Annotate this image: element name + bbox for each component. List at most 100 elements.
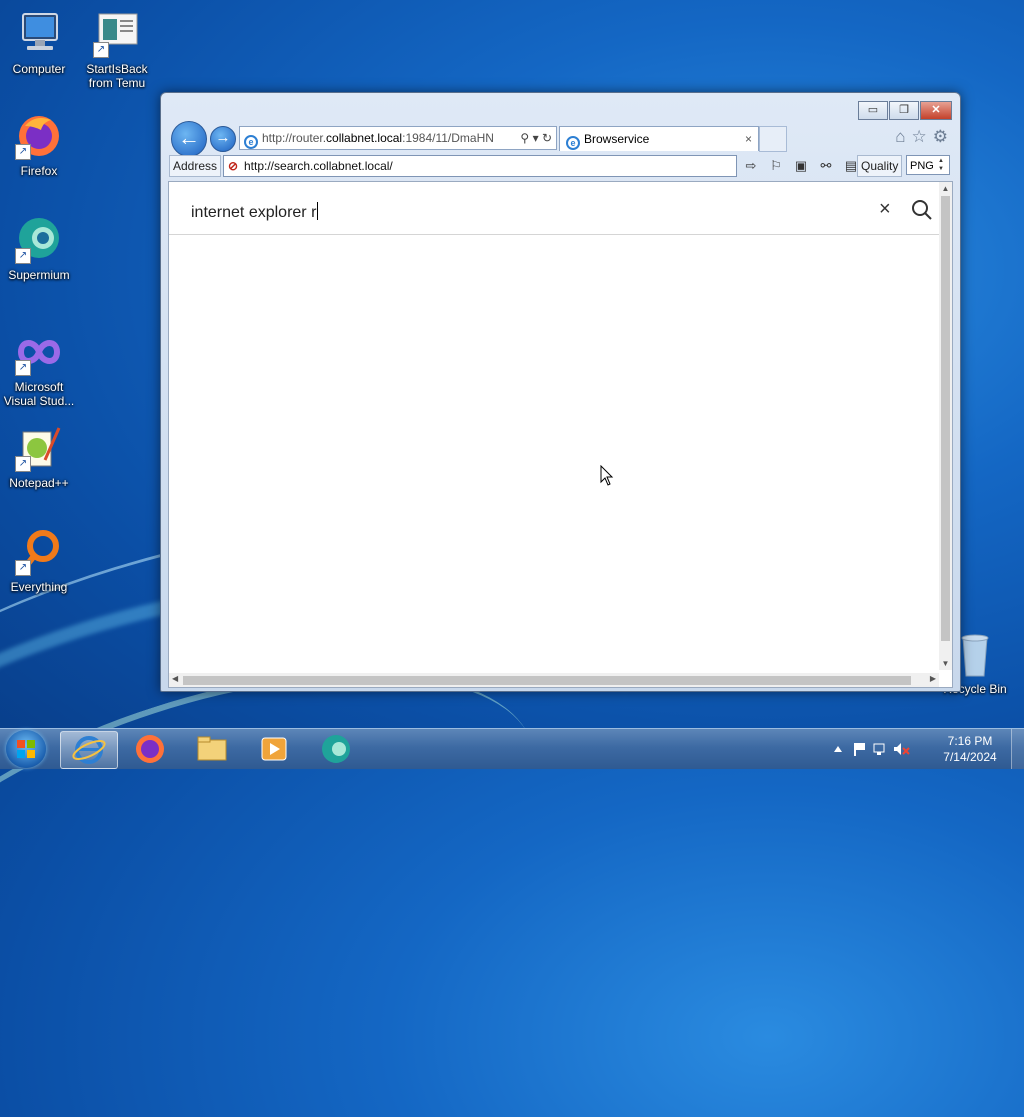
taskbar-item-firefox[interactable] <box>122 731 178 767</box>
desktop-icon-label: Computer <box>12 62 66 76</box>
search-icon[interactable]: ⚲ <box>520 131 529 145</box>
desktop-icon-notepadpp[interactable]: ↗ Notepad++ <box>1 424 77 490</box>
url-bar[interactable]: e http://router.collabnet.local:1984/11/D… <box>239 126 557 150</box>
everything-icon: ↗ <box>15 528 63 576</box>
scroll-down-icon[interactable]: ▼ <box>939 659 952 668</box>
computer-icon <box>15 10 63 58</box>
url-suffix: :1984/11/DmaHN <box>402 131 494 145</box>
clock[interactable]: 7:16 PM 7/14/2024 <box>940 733 1000 765</box>
taskbar-item-media-player[interactable] <box>246 731 302 767</box>
show-desktop-button[interactable] <box>1011 729 1024 769</box>
forward-button[interactable]: → <box>210 126 236 152</box>
vertical-scrollbar[interactable]: ▲ ▼ <box>939 182 952 670</box>
firefox-icon <box>136 735 164 763</box>
firefox-icon: ↗ <box>15 112 63 160</box>
scroll-right-icon[interactable]: ▶ <box>930 674 936 683</box>
gear-icon[interactable]: ⚙ <box>933 127 948 147</box>
search-input[interactable]: internet explorer r <box>191 202 319 222</box>
show-hidden-icons-icon[interactable] <box>834 746 842 752</box>
search-row: internet explorer r × <box>169 182 939 235</box>
new-tab-button[interactable] <box>759 126 787 152</box>
horizontal-scroll-thumb[interactable] <box>183 676 911 685</box>
desktop-icon-label: Supermium <box>8 268 70 282</box>
search-icon[interactable] <box>911 199 933 221</box>
shortcut-arrow-icon: ↗ <box>93 42 109 58</box>
spinner-arrows-icon[interactable]: ▲ ▼ <box>938 157 948 173</box>
shortcut-arrow-icon: ↗ <box>15 456 31 472</box>
supermium-icon <box>322 735 350 763</box>
find-binoculars-icon[interactable]: ⚯ <box>816 155 836 177</box>
desktop-icon-startisback[interactable]: ↗ StartIsBack from Temu <box>79 10 155 90</box>
visual-studio-icon: ↗ <box>15 328 63 376</box>
save-page-icon[interactable]: ▣ <box>791 155 811 177</box>
address-tools: ⇨ ⚐ ▣ ⚯ ▤ <box>741 155 861 177</box>
close-button[interactable]: ✕ <box>920 101 952 120</box>
scroll-left-icon[interactable]: ◀ <box>172 674 178 683</box>
taskbar-item-supermium[interactable] <box>308 731 364 767</box>
desktop-icon-label: Notepad++ <box>9 476 69 490</box>
desktop-icon-everything[interactable]: ↗ Everything <box>1 528 77 594</box>
notepadpp-icon: ↗ <box>15 424 63 472</box>
desktop-icon-label: Everything <box>10 580 68 594</box>
desktop-icon-computer[interactable]: Computer <box>1 10 77 76</box>
tray-icons <box>834 743 910 756</box>
startisback-icon: ↗ <box>93 10 141 58</box>
vertical-scroll-thumb[interactable] <box>941 196 950 641</box>
taskbar: 7:16 PM 7/14/2024 <box>0 728 1024 769</box>
url-tools: ⚲ ▾ ↻ <box>516 127 552 149</box>
arrow-right-icon: → <box>215 129 231 146</box>
taskbar-item-explorer[interactable] <box>184 731 240 767</box>
ie-tab-icon: e <box>566 136 580 150</box>
desktop-icon-label: Microsoft Visual Stud... <box>3 380 75 408</box>
quality-select[interactable]: PNG ▲ ▼ <box>906 155 950 175</box>
action-center-flag-icon[interactable] <box>854 743 865 756</box>
restore-button[interactable]: ❐ <box>889 101 919 120</box>
windows-logo-icon <box>17 740 35 758</box>
supermium-icon: ↗ <box>15 216 63 264</box>
desktop-icon-supermium[interactable]: ↗ Supermium <box>1 216 77 282</box>
address-bar: Address ⊘ http://search.collabnet.local/ … <box>169 155 952 177</box>
arrow-left-icon: ← <box>178 125 200 150</box>
ie-page-icon: e <box>244 135 258 149</box>
desktop-icon-firefox[interactable]: ↗ Firefox <box>1 112 77 178</box>
address-value: http://search.collabnet.local/ <box>244 159 393 173</box>
favorites-star-icon[interactable]: ☆ <box>912 127 927 147</box>
tab-close-icon[interactable]: × <box>745 127 752 151</box>
scroll-up-icon[interactable]: ▲ <box>939 184 952 193</box>
page-content: internet explorer r × ▲ ▼ ◀ ▶ <box>168 181 953 688</box>
no-security-icon: ⊘ <box>228 159 239 173</box>
start-button[interactable] <box>6 730 46 768</box>
shortcut-arrow-icon: ↗ <box>15 248 31 264</box>
search-query: internet explorer r <box>191 204 317 221</box>
home-icon[interactable]: ⌂ <box>895 127 905 147</box>
url-host: collabnet.local <box>326 131 403 145</box>
tab-browservice[interactable]: e Browservice × <box>559 126 759 151</box>
browser-window: ▭ ❐ ✕ ← → e http://router.collabnet.local… <box>160 92 961 692</box>
desktop-icon-label: StartIsBack from Temu <box>86 62 148 90</box>
taskbar-item-internet-explorer[interactable] <box>60 731 118 769</box>
internet-explorer-icon <box>72 736 106 764</box>
horizontal-scrollbar[interactable]: ◀ ▶ <box>169 673 939 687</box>
dropdown-arrow-icon[interactable]: ▾ <box>533 131 539 145</box>
address-input[interactable]: ⊘ http://search.collabnet.local/ <box>223 155 737 177</box>
desktop-icon-visual-studio[interactable]: ↗ Microsoft Visual Stud... <box>1 328 77 408</box>
clock-date: 7/14/2024 <box>943 750 997 764</box>
window-controls: ▭ ❐ ✕ <box>857 101 952 120</box>
shortcut-arrow-icon: ↗ <box>15 360 31 376</box>
back-button[interactable]: ← <box>171 121 207 157</box>
clear-search-icon[interactable]: × <box>879 198 891 221</box>
volume-muted-icon[interactable] <box>894 743 910 755</box>
shortcut-arrow-icon: ↗ <box>15 560 31 576</box>
system-tray: 7:16 PM 7/14/2024 <box>824 729 1024 769</box>
minimize-button[interactable]: ▭ <box>858 101 888 120</box>
go-arrow-icon[interactable]: ⇨ <box>741 155 761 177</box>
url-prefix: http://router. <box>262 131 327 145</box>
network-icon[interactable] <box>873 743 885 755</box>
bookmark-icon[interactable]: ⚐ <box>766 155 786 177</box>
desktop-icon-label: Firefox <box>20 164 58 178</box>
quality-label: Quality <box>857 155 903 177</box>
browser-toolbar-icons: ⌂ ☆ ⚙ <box>895 127 948 147</box>
refresh-icon[interactable]: ↻ <box>542 131 552 145</box>
address-label: Address <box>169 155 221 177</box>
clock-time: 7:16 PM <box>947 734 993 748</box>
